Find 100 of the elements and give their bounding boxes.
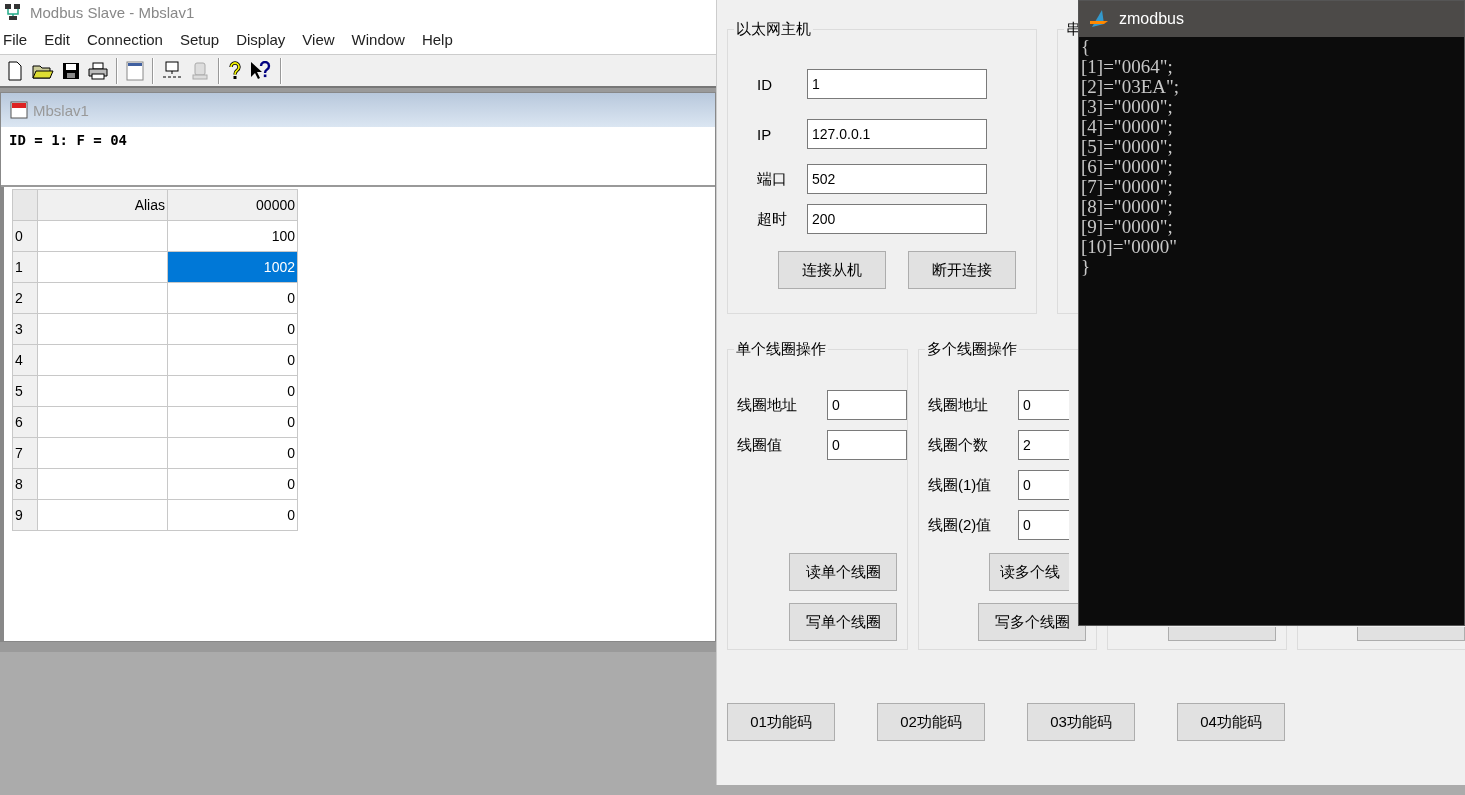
push-button[interactable]: 断开连接 xyxy=(908,251,1016,289)
console-line: [10]="0000" xyxy=(1081,237,1178,257)
group-title: 多个线圈操作 xyxy=(926,340,1018,359)
input-field[interactable]: 2 xyxy=(1018,430,1069,460)
row-header[interactable]: 5 xyxy=(12,375,38,407)
table-cell[interactable] xyxy=(37,313,168,345)
field-label: 超时 xyxy=(757,209,788,229)
console-line: [6]="0000"; xyxy=(1081,157,1174,177)
console-line: { xyxy=(1081,37,1092,57)
table-cell[interactable]: 0 xyxy=(167,406,298,438)
context-help-icon[interactable] xyxy=(250,60,272,81)
row-header[interactable]: 9 xyxy=(12,499,38,531)
input-field[interactable]: 0 xyxy=(1018,390,1069,420)
network-icon xyxy=(4,3,22,21)
push-button[interactable]: 02功能码 xyxy=(877,703,985,741)
group-title: 以太网主机 xyxy=(735,20,812,39)
input-field[interactable]: 0 xyxy=(827,390,907,420)
push-button[interactable]: 写多个线圈 xyxy=(978,603,1087,641)
help-icon[interactable] xyxy=(228,60,242,81)
window-title: Mbslav1 xyxy=(33,101,89,119)
console-line: [8]="0000"; xyxy=(1081,197,1174,217)
menu-item[interactable]: File xyxy=(0,30,36,48)
console-line: [9]="0000"; xyxy=(1081,217,1174,237)
table-cell[interactable]: 0 xyxy=(167,375,298,407)
table-cell[interactable] xyxy=(37,406,168,438)
field-label: IP xyxy=(757,125,773,143)
table-cell[interactable]: 100 xyxy=(167,220,298,252)
window-title: Modbus Slave - Mbslav1 xyxy=(30,3,195,21)
table-cell[interactable] xyxy=(37,282,168,314)
printer-icon[interactable] xyxy=(88,61,108,80)
field-label: 线圈地址 xyxy=(737,395,798,415)
table-cell[interactable]: 0 xyxy=(167,499,298,531)
row-header[interactable]: 4 xyxy=(12,344,38,376)
menu-item[interactable]: View xyxy=(299,30,343,48)
row-header[interactable]: 3 xyxy=(12,313,38,345)
push-button[interactable] xyxy=(1357,627,1465,641)
field-label: 线圈地址 xyxy=(928,395,989,415)
menu-item[interactable]: Window xyxy=(348,30,413,48)
menu-item[interactable]: Edit xyxy=(41,30,79,48)
field-label: 端口 xyxy=(757,169,788,189)
push-button[interactable]: 读单个线圈 xyxy=(789,553,897,591)
table-cell[interactable]: 0 xyxy=(167,344,298,376)
computer-icon[interactable] xyxy=(162,60,182,81)
table-cell[interactable] xyxy=(37,251,168,283)
field-label: 线圈值 xyxy=(737,435,783,455)
row-header[interactable]: 0 xyxy=(12,220,38,252)
console-line: [3]="0000"; xyxy=(1081,97,1174,117)
console-line: [2]="03EA"; xyxy=(1081,77,1180,97)
group-title: 单个线圈操作 xyxy=(735,340,827,359)
push-button[interactable]: 03功能码 xyxy=(1027,703,1135,741)
push-button[interactable]: 写单个线圈 xyxy=(789,603,897,641)
field-label: 线圈(2)值 xyxy=(928,515,993,535)
field-label: ID xyxy=(757,75,773,93)
input-field[interactable]: 502 xyxy=(807,164,987,194)
menu-item[interactable]: Connection xyxy=(84,30,171,48)
console-line: [7]="0000"; xyxy=(1081,177,1174,197)
table-cell[interactable] xyxy=(37,437,168,469)
console-line: [4]="0000"; xyxy=(1081,117,1174,137)
menu-item[interactable]: Display xyxy=(233,30,294,48)
new-file-icon[interactable] xyxy=(6,60,24,81)
console-line: } xyxy=(1081,257,1092,277)
table-cell[interactable]: 0 xyxy=(167,437,298,469)
input-field[interactable]: 200 xyxy=(807,204,987,234)
table-cell[interactable] xyxy=(37,468,168,500)
push-button[interactable]: 04功能码 xyxy=(1177,703,1285,741)
input-field[interactable]: 0 xyxy=(1018,510,1069,540)
table-cell[interactable] xyxy=(37,220,168,252)
table-cell[interactable] xyxy=(37,375,168,407)
menu-item[interactable]: Setup xyxy=(176,30,228,48)
row-header[interactable]: 8 xyxy=(12,468,38,500)
input-field[interactable]: 0 xyxy=(1018,470,1069,500)
document-icon xyxy=(9,100,29,120)
field-label: 线圈(1)值 xyxy=(928,475,993,495)
input-field[interactable]: 1 xyxy=(807,69,987,99)
window-icon[interactable] xyxy=(126,60,144,81)
table-cell[interactable] xyxy=(37,499,168,531)
push-button[interactable]: 连接从机 xyxy=(778,251,886,289)
push-button[interactable]: 读多个线 xyxy=(989,553,1069,591)
column-header[interactable]: 00000 xyxy=(167,189,298,221)
row-header[interactable]: 6 xyxy=(12,406,38,438)
window-title: zmodbus xyxy=(1119,10,1184,28)
row-header[interactable]: 7 xyxy=(12,437,38,469)
input-field[interactable]: 127.0.0.1 xyxy=(807,119,987,149)
column-header[interactable]: Alias xyxy=(37,189,168,221)
row-header[interactable]: 2 xyxy=(12,282,38,314)
menu-item[interactable]: Help xyxy=(418,30,461,48)
row-header[interactable]: 1 xyxy=(12,251,38,283)
table-cell[interactable]: 0 xyxy=(167,468,298,500)
table-cell[interactable]: 0 xyxy=(167,313,298,345)
console-line: [5]="0000"; xyxy=(1081,137,1174,157)
field-label: 线圈个数 xyxy=(928,435,989,455)
save-icon[interactable] xyxy=(62,61,80,80)
push-button[interactable]: 01功能码 xyxy=(727,703,835,741)
console-line: [1]="0064"; xyxy=(1081,57,1174,77)
status-header: ID = 1: F = 04 xyxy=(9,132,127,148)
table-cell[interactable]: 0 xyxy=(167,282,298,314)
input-field[interactable]: 0 xyxy=(827,430,907,460)
push-button[interactable] xyxy=(1167,627,1276,641)
table-cell[interactable]: 1002 xyxy=(167,251,298,283)
table-cell[interactable] xyxy=(37,344,168,376)
